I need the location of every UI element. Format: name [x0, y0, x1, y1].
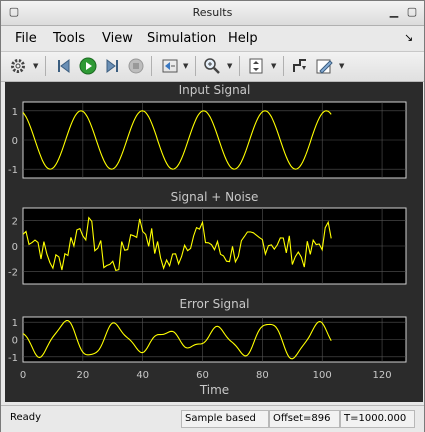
menu-simulation[interactable]: Simulation — [147, 31, 216, 46]
settings-dropdown-icon[interactable]: ▼ — [33, 62, 38, 70]
status-state: Ready — [10, 412, 42, 423]
window-title: Results — [192, 6, 233, 19]
plot-title: Input Signal — [179, 83, 251, 97]
scope-plots: Input Signal10-1Signal + Noise20-2Error … — [8, 83, 407, 397]
scope-display: Input Signal 1 0 -1 Signal + Noise 2 0 -2 Error … — [5, 82, 423, 402]
minimize-icon[interactable]: ▁ — [387, 5, 401, 19]
x-tick-label: 40 — [136, 370, 149, 381]
x-tick-label: 120 — [373, 370, 392, 381]
run-icon[interactable] — [77, 55, 99, 77]
status-mode: Sample based — [181, 410, 269, 428]
status-bar: Ready Sample based Offset=896 T=1000.000 — [1, 405, 424, 432]
x-tick-label: 20 — [76, 370, 89, 381]
triggers-icon[interactable] — [289, 55, 311, 77]
toolbar-separator — [239, 56, 240, 76]
title-bar: ▢ Results ▁ ▢ — [1, 1, 424, 26]
scope-window: ▢ Results ▁ ▢ File Tools View Simulation… — [0, 0, 425, 432]
stop-icon[interactable] — [125, 55, 147, 77]
plot-title: Signal + Noise — [171, 190, 259, 204]
y-tick-label: -1 — [8, 353, 18, 364]
y-tick-label: 0 — [12, 242, 18, 253]
x-tick-label: 100 — [313, 370, 332, 381]
y-tick-label: 0 — [12, 336, 18, 347]
y-tick-label: -1 — [8, 165, 18, 176]
y-tick-label: 1 — [12, 318, 18, 329]
style-dropdown-icon[interactable]: ▼ — [339, 62, 344, 70]
undock-icon[interactable]: ↘ — [404, 31, 413, 44]
menu-help[interactable]: Help — [228, 31, 258, 46]
x-tick-label: 60 — [196, 370, 209, 381]
toolbar-separator — [151, 56, 152, 76]
settings-icon[interactable] — [7, 55, 29, 77]
status-time: T=1000.000 — [340, 410, 415, 428]
toolbar: ▼ ▼ ▼ ▼ ▼ — [1, 51, 424, 82]
step-back-icon[interactable] — [53, 55, 75, 77]
y-tick-label: 1 — [12, 107, 18, 118]
toolbar-separator — [45, 56, 46, 76]
fit-to-view-icon[interactable] — [245, 55, 267, 77]
fit-dropdown-icon[interactable]: ▼ — [271, 62, 276, 70]
highlight-icon[interactable] — [159, 55, 181, 77]
y-tick-label: 0 — [12, 136, 18, 147]
plot-title: Error Signal — [180, 297, 250, 311]
zoom-dropdown-icon[interactable]: ▼ — [227, 62, 232, 70]
maximize-icon[interactable]: ▢ — [405, 5, 419, 19]
status-offset: Offset=896 — [269, 410, 340, 428]
toolbar-separator — [283, 56, 284, 76]
x-axis-label: Time — [199, 383, 229, 397]
highlight-dropdown-icon[interactable]: ▼ — [183, 62, 188, 70]
zoom-icon[interactable] — [201, 55, 223, 77]
style-icon[interactable] — [313, 55, 335, 77]
menu-file[interactable]: File — [15, 31, 37, 46]
y-tick-label: 2 — [12, 217, 18, 228]
toolbar-separator — [195, 56, 196, 76]
menu-tools[interactable]: Tools — [53, 31, 85, 46]
x-tick-label: 0 — [20, 370, 26, 381]
y-tick-label: -2 — [8, 267, 18, 278]
menu-bar: File Tools View Simulation Help ↘ — [1, 26, 424, 50]
menu-view[interactable]: View — [102, 31, 133, 46]
step-forward-icon[interactable] — [101, 55, 123, 77]
x-tick-label: 80 — [256, 370, 269, 381]
